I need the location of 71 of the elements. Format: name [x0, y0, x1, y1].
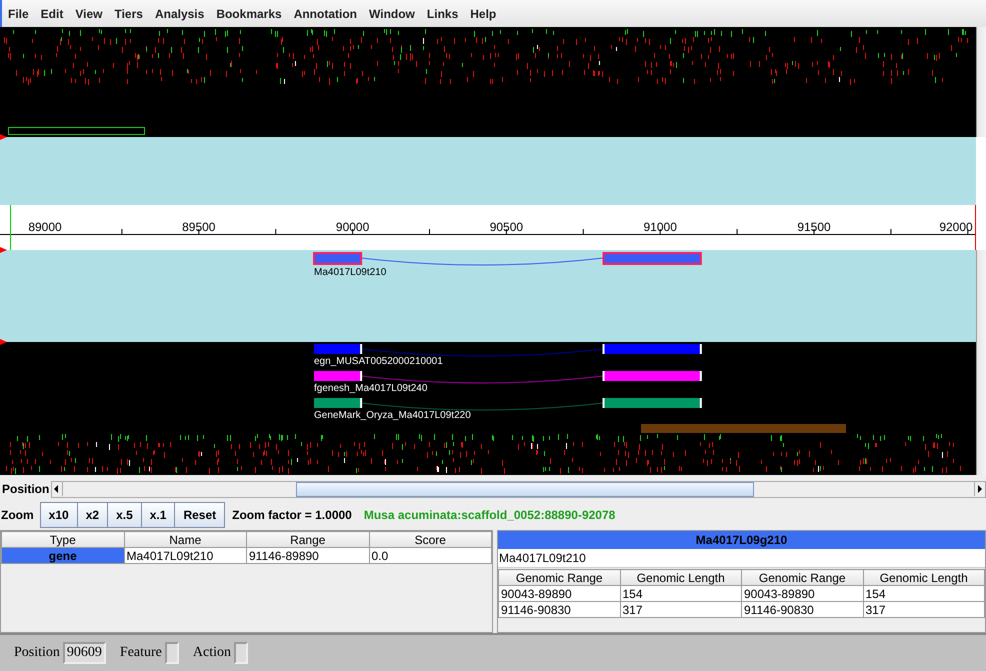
ruler-label: 92000 — [939, 220, 973, 234]
table-cell: 154 — [863, 586, 984, 602]
gene-label: GeneMark_Oryza_Ma4017L09t220 — [314, 410, 471, 421]
menu-item[interactable]: Window — [363, 6, 421, 20]
position-label: Position — [1, 482, 50, 496]
zoom-label: Zoom — [0, 508, 34, 522]
column-header[interactable]: Name — [124, 532, 246, 548]
status-field: 90609 — [62, 642, 106, 664]
column-header[interactable]: Score — [369, 532, 492, 548]
gene-label: egn_MUSAT0052000210001 — [314, 356, 443, 367]
view-box-outline[interactable] — [8, 127, 145, 135]
ruler-label: 89000 — [28, 220, 62, 234]
tier-marker-icon[interactable] — [0, 134, 7, 140]
detail-title: Ma4017L09g210 — [498, 531, 985, 549]
menu-item[interactable]: Annotation — [288, 6, 364, 20]
tier-scrollbar[interactable] — [976, 342, 986, 475]
gene-label: fgenesh_Ma4017L09t240 — [314, 383, 428, 394]
column-header[interactable]: Genomic Range — [498, 570, 620, 586]
zoom-button[interactable]: x2 — [76, 502, 108, 528]
status-label: Feature — [120, 645, 162, 661]
scroll-thumb[interactable] — [296, 482, 754, 496]
status-label: Action — [192, 645, 231, 661]
position-marker — [10, 204, 11, 250]
tier-scrollbar[interactable] — [976, 27, 986, 137]
status-field — [164, 642, 179, 664]
menu-item[interactable]: Help — [464, 6, 502, 20]
table-cell: 90043-89890 — [498, 586, 620, 602]
gene-model[interactable] — [313, 252, 702, 266]
position-scrollbar[interactable] — [51, 480, 986, 498]
table-cell: 91146-90830 — [498, 602, 620, 618]
gene-model[interactable] — [314, 371, 702, 384]
table-cell: 154 — [620, 586, 742, 602]
transcript-name: Ma4017L09t210 — [498, 549, 985, 568]
column-header[interactable]: Genomic Range — [742, 570, 863, 586]
zoom-button[interactable]: x10 — [40, 502, 78, 528]
menu-item[interactable]: View — [69, 6, 108, 20]
scroll-right-icon[interactable] — [974, 482, 985, 496]
end-marker — [975, 204, 976, 250]
location-text: Musa acuminata:scaffold_0052:88890-92078 — [364, 508, 616, 522]
column-header[interactable]: Type — [2, 532, 124, 548]
menu-item[interactable]: Edit — [34, 6, 70, 20]
zoom-button[interactable]: x.1 — [140, 502, 176, 528]
table-cell: 317 — [863, 602, 984, 618]
scroll-left-icon[interactable] — [52, 482, 64, 496]
menu-item[interactable]: File — [2, 6, 35, 20]
zoom-factor: Zoom factor = 1.0000 — [232, 508, 352, 522]
zoom-button[interactable]: Reset — [174, 502, 226, 528]
table-cell: 91146-90830 — [742, 602, 863, 618]
gene-model[interactable] — [314, 398, 702, 410]
column-header[interactable]: Range — [246, 532, 369, 548]
column-header[interactable]: Genomic Length — [620, 570, 742, 586]
table-cell: 317 — [620, 602, 742, 618]
table-row[interactable]: gene Ma4017L09t210 91146-89890 0.0 — [2, 548, 492, 564]
ruler-label: 90000 — [336, 220, 370, 234]
tier-marker-icon[interactable] — [0, 247, 7, 253]
ruler-label: 89500 — [182, 220, 216, 234]
menu-item[interactable]: Bookmarks — [210, 6, 288, 20]
tier-scrollbar[interactable] — [976, 250, 986, 342]
ruler-label: 91500 — [797, 220, 831, 234]
ruler-label: 90500 — [490, 220, 524, 234]
column-header[interactable]: Genomic Length — [863, 570, 984, 586]
status-field — [234, 642, 248, 664]
tier-marker-icon[interactable] — [0, 339, 7, 345]
status-label: Position — [14, 645, 60, 661]
table-cell: 90043-89890 — [742, 586, 863, 602]
ruler-label: 91000 — [644, 220, 677, 234]
gene-label: Ma4017L09t210 — [314, 267, 386, 278]
menu-item[interactable]: Tiers — [108, 6, 149, 20]
zoom-button[interactable]: x.5 — [107, 502, 142, 528]
menu-item[interactable]: Analysis — [148, 6, 210, 20]
menu-item[interactable]: Links — [420, 6, 464, 20]
